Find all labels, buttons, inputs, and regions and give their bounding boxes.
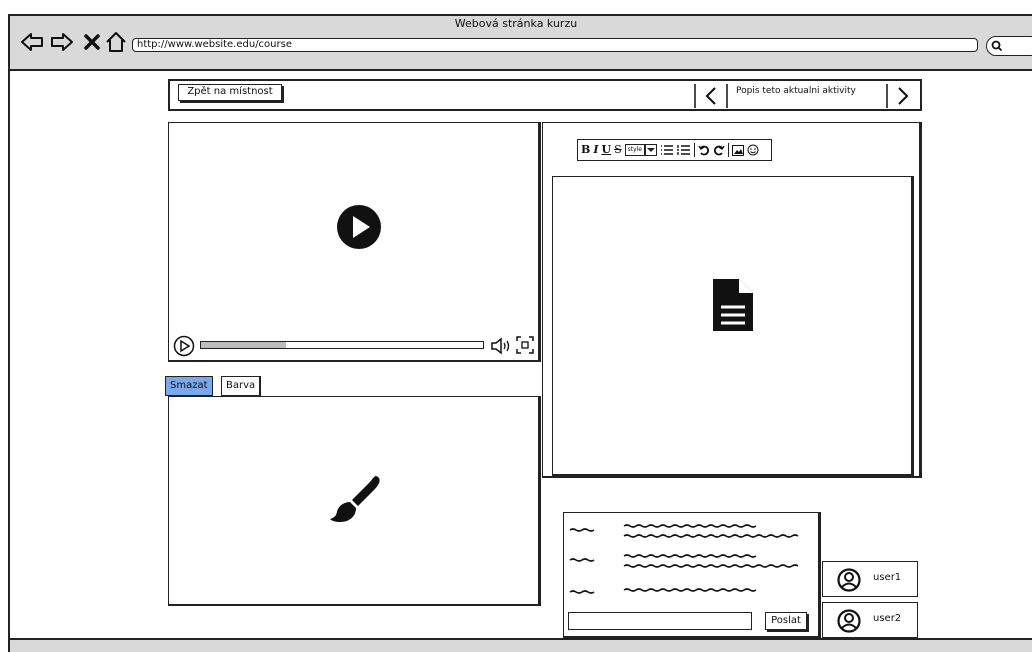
window-title: Webová stránka kurzu <box>454 17 578 30</box>
video-progress-fill <box>201 342 286 348</box>
user-avatar-icon <box>837 568 861 592</box>
undo-icon[interactable] <box>698 144 710 156</box>
style-select[interactable]: style <box>624 144 645 156</box>
pager-divider <box>694 84 696 108</box>
back-to-room-button[interactable]: Zpět na místnost <box>178 84 282 101</box>
redo-icon[interactable] <box>713 144 725 156</box>
forward-arrow-icon[interactable] <box>50 30 74 54</box>
close-icon[interactable] <box>80 30 104 54</box>
small-play-icon[interactable] <box>173 335 195 357</box>
user-name: user1 <box>873 572 902 583</box>
send-button[interactable]: Poslat <box>765 612 807 630</box>
browser-statusbar <box>10 638 1032 652</box>
document-icon <box>713 279 753 331</box>
bullet-list-icon[interactable] <box>660 144 674 156</box>
numbered-list-icon[interactable] <box>677 144 691 156</box>
emoji-icon[interactable] <box>747 144 759 156</box>
chat-messages <box>569 524 799 594</box>
bold-button[interactable]: B <box>581 141 590 159</box>
fullscreen-icon[interactable] <box>515 335 535 355</box>
chat-input[interactable] <box>568 612 752 630</box>
user-item[interactable]: user2 <box>822 602 918 638</box>
pager-divider <box>726 84 728 108</box>
style-dropdown-arrow-icon[interactable] <box>645 144 657 156</box>
search-icon <box>991 40 1003 52</box>
tab-smazat[interactable]: Smazat <box>165 376 213 396</box>
strike-button[interactable]: S <box>614 141 622 159</box>
insert-image-icon[interactable] <box>732 144 744 156</box>
next-activity-icon[interactable] <box>896 86 910 106</box>
user-avatar-icon <box>837 609 861 633</box>
activity-description: Popis teto aktualni aktivity <box>736 86 856 96</box>
url-bar[interactable]: http://www.website.edu/course <box>132 38 978 52</box>
video-progress-track[interactable] <box>200 341 484 349</box>
play-icon[interactable] <box>336 204 382 250</box>
home-icon[interactable] <box>104 30 128 54</box>
rich-text-toolbar: B I U S style <box>577 139 772 161</box>
browser-search-field[interactable] <box>986 36 1032 56</box>
italic-button[interactable]: I <box>593 141 598 159</box>
user-name: user2 <box>873 613 902 624</box>
paintbrush-icon <box>330 476 380 522</box>
prev-activity-icon[interactable] <box>704 86 718 106</box>
back-arrow-icon[interactable] <box>20 30 44 54</box>
volume-icon[interactable] <box>490 337 512 355</box>
tab-barva[interactable]: Barva <box>221 376 262 396</box>
underline-button[interactable]: U <box>601 141 611 159</box>
user-item[interactable]: user1 <box>822 561 918 597</box>
pager-divider <box>886 84 888 108</box>
